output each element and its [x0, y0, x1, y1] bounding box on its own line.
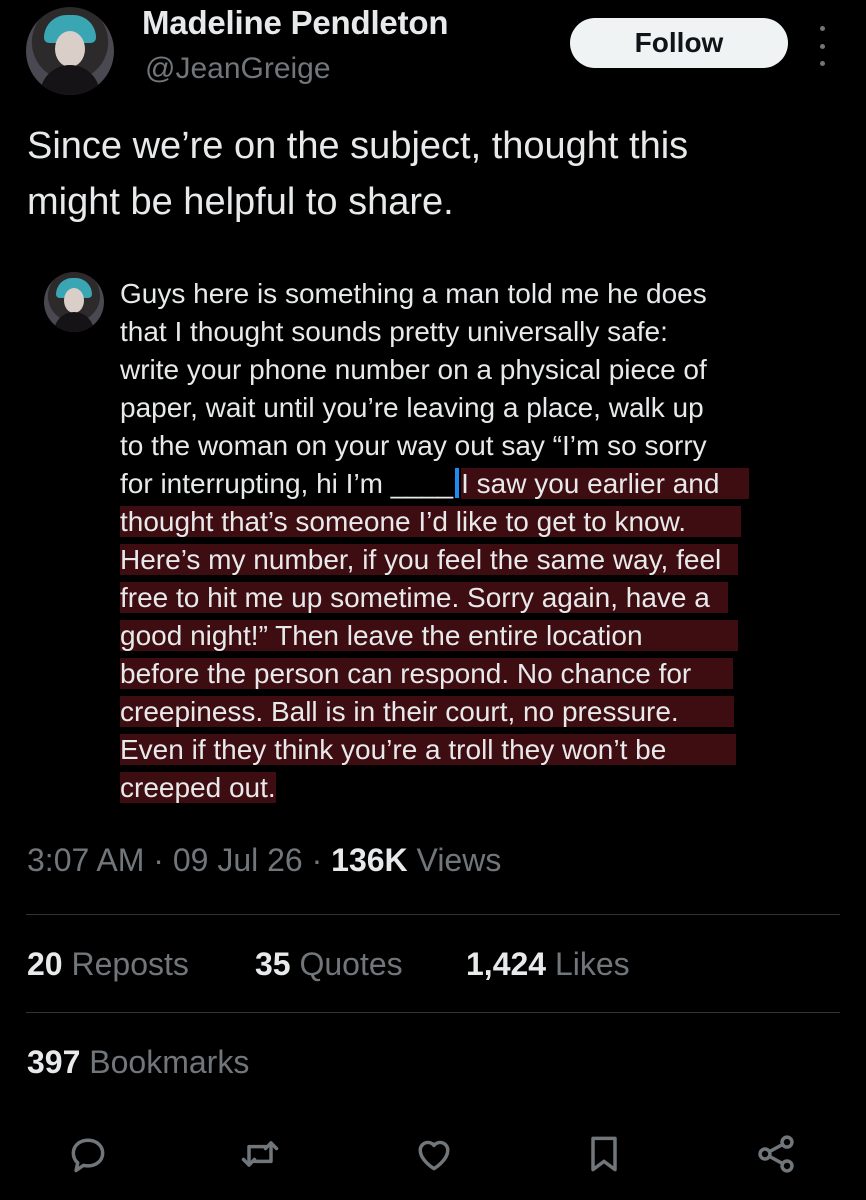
quoted-highlight: Here’s my number, if you feel the same w… — [120, 544, 739, 575]
action-bar — [0, 1130, 866, 1190]
quotes-count: 35 — [255, 946, 291, 982]
likes-count: 1,424 — [466, 946, 547, 982]
bookmarks-count: 397 — [27, 1044, 81, 1080]
quoted-line: creeped out. — [120, 769, 276, 807]
author-handle[interactable]: @JeanGreige — [145, 52, 331, 86]
quoted-line: creepiness. Ball is in their court, no p… — [120, 693, 734, 731]
author-name[interactable]: Madeline Pendleton — [142, 4, 448, 42]
meta-separator: · — [153, 842, 164, 878]
divider — [26, 914, 840, 915]
reposts-count: 20 — [27, 946, 63, 982]
post-text-line: might be helpful to share. — [27, 181, 454, 223]
post-meta: 3:07 AM · 09 Jul 26 · 136K Views — [27, 842, 501, 879]
likes-label: Likes — [554, 946, 630, 982]
likes-stat[interactable]: 1,424 Likes — [466, 946, 630, 983]
quoted-highlight: I saw you earlier and — [461, 468, 750, 499]
quoted-line: Here’s my number, if you feel the same w… — [120, 541, 739, 579]
quotes-stat[interactable]: 35 Quotes — [255, 946, 403, 983]
quoted-line: Even if they think you’re a troll they w… — [120, 731, 737, 769]
author-avatar[interactable] — [26, 7, 114, 95]
more-options-icon[interactable] — [816, 26, 828, 66]
meta-separator: · — [311, 842, 323, 878]
follow-button[interactable]: Follow — [570, 18, 788, 68]
quoted-highlight: good night!” Then leave the entire locat… — [120, 620, 738, 651]
bookmarks-stat[interactable]: 397 Bookmarks — [27, 1044, 249, 1081]
quoted-line: write your phone number on a physical pi… — [120, 354, 707, 385]
like-icon[interactable] — [410, 1130, 458, 1178]
quoted-highlight: free to hit me up sometime. Sorry again,… — [120, 582, 728, 613]
views-label: Views — [416, 842, 502, 878]
quoted-line: before the person can respond. No chance… — [120, 655, 734, 693]
quoted-line: free to hit me up sometime. Sorry again,… — [120, 579, 728, 617]
post-date: 09 Jul 26 — [172, 842, 303, 878]
reply-icon[interactable] — [64, 1130, 112, 1178]
quoted-line: to the woman on your way out say “I’m so… — [120, 430, 707, 461]
repost-icon[interactable] — [236, 1130, 284, 1178]
quoted-line: paper, wait until you’re leaving a place… — [120, 392, 704, 423]
post-time: 3:07 AM — [27, 842, 145, 878]
text-cursor — [455, 468, 460, 498]
divider — [26, 1012, 840, 1013]
quoted-highlight: Even if they think you’re a troll they w… — [120, 734, 737, 765]
quoted-line: good night!” Then leave the entire locat… — [120, 617, 738, 655]
quoted-highlight: creeped out. — [120, 772, 276, 803]
quoted-line: thought that’s someone I’d like to get t… — [120, 503, 742, 541]
quoted-highlight: thought that’s someone I’d like to get t… — [120, 506, 742, 537]
bookmark-icon[interactable] — [580, 1130, 628, 1178]
reposts-stat[interactable]: 20 Reposts — [27, 946, 189, 983]
quoted-line: Guys here is something a man told me he … — [120, 278, 707, 309]
quoted-highlight: creepiness. Ball is in their court, no p… — [120, 696, 734, 727]
quoted-avatar — [44, 272, 104, 332]
quoted-highlight: before the person can respond. No chance… — [120, 658, 734, 689]
share-icon[interactable] — [752, 1130, 800, 1178]
views-count: 136K — [331, 842, 408, 878]
reposts-label: Reposts — [71, 946, 189, 982]
bookmarks-label: Bookmarks — [89, 1044, 250, 1080]
quoted-line: that I thought sounds pretty universally… — [120, 316, 668, 347]
quoted-line-start: for interrupting, hi I’m ____ — [120, 468, 454, 499]
post-text-line: Since we’re on the subject, thought this — [27, 125, 689, 167]
quotes-label: Quotes — [299, 946, 403, 982]
post-text: Since we’re on the subject, thought this… — [27, 118, 827, 230]
quoted-line: for interrupting, hi I’m ____ I saw you e… — [120, 465, 750, 503]
